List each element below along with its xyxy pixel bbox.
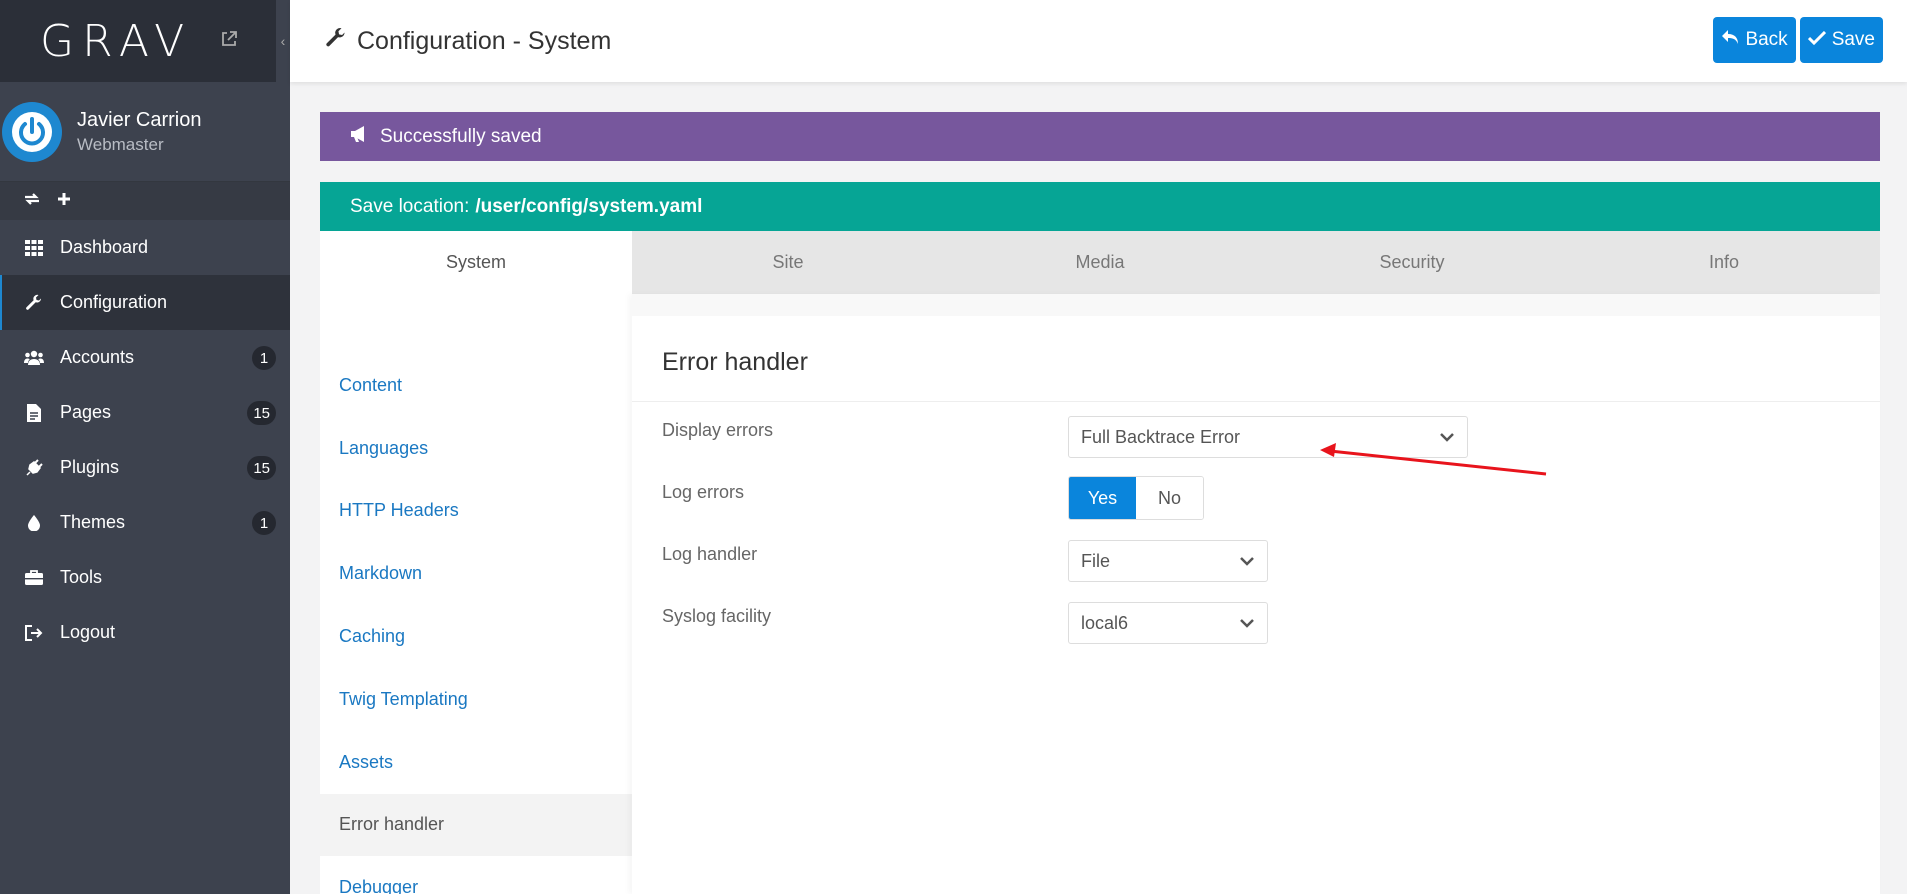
themes-count-badge: 1 <box>252 511 276 535</box>
grav-logo[interactable]: GRAV <box>40 16 192 67</box>
sidebar-item-dashboard[interactable]: Dashboard <box>0 220 290 275</box>
save-button[interactable]: Save <box>1799 17 1883 63</box>
pages-count-badge: 15 <box>247 401 276 425</box>
system-panel: Content Languages HTTP Headers Markdown … <box>320 294 1880 894</box>
tab-site[interactable]: Site <box>632 231 944 294</box>
collapse-sidebar-icon[interactable]: ‹ <box>276 0 290 82</box>
user-profile[interactable]: Javier Carrion Webmaster <box>0 82 290 182</box>
bullhorn-icon <box>350 125 370 149</box>
chevron-down-icon <box>1439 429 1455 450</box>
sidebar-item-label: Logout <box>60 622 116 642</box>
sidebar: GRAV ‹ Javier Carrion Webmaster Dashboar… <box>0 0 290 894</box>
wrench-icon <box>325 27 347 56</box>
user-name: Javier Carrion <box>77 108 202 131</box>
success-alert: Successfully saved <box>320 112 1880 161</box>
config-tabs: System Site Media Security Info <box>320 231 1880 294</box>
grid-icon <box>22 238 46 258</box>
sidebar-item-label: Tools <box>60 567 103 587</box>
sign-out-icon <box>22 623 46 643</box>
tab-media[interactable]: Media <box>944 231 1256 294</box>
log-errors-toggle: Yes No <box>1068 476 1204 520</box>
section-link-twig-templating[interactable]: Twig Templating <box>320 668 632 731</box>
section-link-debugger[interactable]: Debugger <box>320 856 632 894</box>
error-handler-form: Error handler Display errors Full Backtr… <box>632 294 1880 894</box>
save-location-alert: Save location: /user/config/system.yaml <box>320 182 1880 231</box>
log-errors-label: Log errors <box>662 482 745 502</box>
log-handler-select[interactable]: File <box>1068 540 1268 582</box>
section-title: Error handler <box>632 316 1880 402</box>
sidebar-item-label: Dashboard <box>60 237 149 257</box>
check-icon <box>1807 29 1826 51</box>
add-icon[interactable] <box>56 191 72 212</box>
wrench-icon <box>22 293 46 313</box>
reply-icon <box>1721 29 1739 51</box>
save-location-label: Save location: <box>350 195 470 217</box>
refresh-icon[interactable] <box>22 191 42 212</box>
main-content: Successfully saved Save location: /user/… <box>320 112 1880 894</box>
sidebar-item-tools[interactable]: Tools <box>0 550 290 605</box>
sidebar-item-configuration[interactable]: Configuration <box>0 275 290 330</box>
log-errors-row: Log errors Yes No <box>632 464 1880 526</box>
section-link-error-handler[interactable]: Error handler <box>320 793 632 857</box>
accounts-count-badge: 1 <box>252 346 276 370</box>
external-link-icon[interactable] <box>220 30 238 48</box>
tab-info[interactable]: Info <box>1568 231 1880 294</box>
plug-icon <box>22 458 46 478</box>
section-link-markdown[interactable]: Markdown <box>320 542 632 605</box>
file-icon <box>22 403 46 423</box>
logo-bar: GRAV ‹ <box>0 0 290 82</box>
section-nav: Content Languages HTTP Headers Markdown … <box>320 294 632 894</box>
sidebar-item-pages[interactable]: Pages 15 <box>0 385 290 440</box>
sidebar-item-label: Plugins <box>60 457 120 477</box>
section-link-content[interactable]: Content <box>320 354 632 417</box>
section-link-languages[interactable]: Languages <box>320 417 632 480</box>
section-link-http-headers[interactable]: HTTP Headers <box>320 480 632 543</box>
sidebar-item-logout[interactable]: Logout <box>0 605 290 660</box>
log-errors-no[interactable]: No <box>1136 477 1203 519</box>
sidebar-item-label: Accounts <box>60 347 135 367</box>
sidebar-item-label: Configuration <box>60 292 168 312</box>
page-title: Configuration - System <box>325 27 611 56</box>
syslog-facility-select[interactable]: local6 <box>1068 602 1268 644</box>
sidebar-item-label: Pages <box>60 402 112 422</box>
section-link-assets[interactable]: Assets <box>320 731 632 794</box>
chevron-down-icon <box>1239 553 1255 574</box>
plugins-count-badge: 15 <box>247 456 276 480</box>
sidebar-item-themes[interactable]: Themes 1 <box>0 495 290 550</box>
sidebar-item-plugins[interactable]: Plugins 15 <box>0 440 290 495</box>
section-link-caching[interactable]: Caching <box>320 605 632 668</box>
back-button[interactable]: Back <box>1713 17 1796 63</box>
quick-actions <box>0 182 290 220</box>
display-errors-row: Display errors Full Backtrace Error <box>632 402 1880 464</box>
log-handler-label: Log handler <box>662 544 758 564</box>
sidebar-item-label: Themes <box>60 512 126 532</box>
display-errors-select[interactable]: Full Backtrace Error <box>1068 416 1468 458</box>
top-header: Configuration - System Back Save <box>290 0 1907 82</box>
user-role: Webmaster <box>77 134 164 154</box>
tab-security[interactable]: Security <box>1256 231 1568 294</box>
syslog-facility-row: Syslog facility local6 <box>632 588 1880 650</box>
success-message: Successfully saved <box>380 125 542 147</box>
log-handler-row: Log handler File <box>632 526 1880 588</box>
users-icon <box>22 348 46 368</box>
chevron-down-icon <box>1239 615 1255 636</box>
tint-icon <box>22 513 46 533</box>
sidebar-nav: Dashboard Configuration Accounts 1 Pages… <box>0 220 290 660</box>
briefcase-icon <box>22 568 46 588</box>
save-location-path: /user/config/system.yaml <box>475 195 703 217</box>
sidebar-item-accounts[interactable]: Accounts 1 <box>0 330 290 385</box>
syslog-facility-label: Syslog facility <box>662 606 772 626</box>
avatar <box>2 101 62 162</box>
display-errors-label: Display errors <box>662 420 774 440</box>
tab-system[interactable]: System <box>320 231 632 294</box>
log-errors-yes[interactable]: Yes <box>1069 477 1136 519</box>
page-title-text: Configuration - System <box>357 26 612 55</box>
